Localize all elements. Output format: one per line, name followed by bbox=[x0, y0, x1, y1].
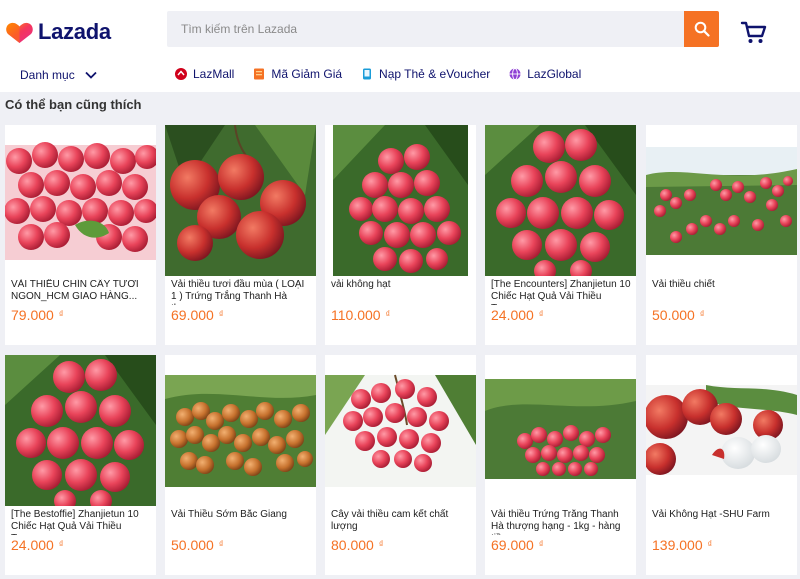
lazmall-icon bbox=[175, 68, 187, 80]
product-card[interactable]: VẢI THIỀU CHÍN CÂY TƯƠI NGON_HCM GIAO HÀ… bbox=[5, 125, 156, 345]
product-card[interactable]: [The Bestoffie] Zhanjietun 10 Chiếc Hạt … bbox=[5, 355, 156, 575]
product-title: Vải Không Hạt -SHU Farm bbox=[652, 509, 770, 520]
product-title: Cây vải thiều cam kết chất lượng bbox=[331, 509, 449, 532]
search-box bbox=[167, 11, 684, 47]
currency-symbol: ₫ bbox=[218, 539, 224, 549]
nav-link-lazglobal[interactable]: LazGlobal bbox=[509, 67, 581, 81]
product-title: Vải thiều Trứng Trắng Thanh Hà thượng hạ… bbox=[491, 509, 621, 535]
nav-link-label: Mã Giảm Giá bbox=[271, 67, 343, 81]
product-card[interactable]: [The Encounters] Zhanjietun 10 Chiếc Hạt… bbox=[485, 125, 636, 345]
product-title: Vải thiều tươi đầu mùa ( LOẠI 1 ) Trứng … bbox=[171, 279, 305, 305]
product-image bbox=[485, 355, 636, 506]
currency-symbol: ₫ bbox=[58, 539, 64, 549]
currency-symbol: ₫ bbox=[699, 309, 705, 319]
product-title: [The Bestoffie] Zhanjietun 10 Chiếc Hạt … bbox=[11, 509, 139, 535]
product-price: 80.000 ₫ bbox=[331, 537, 384, 553]
lazada-heart-icon bbox=[6, 22, 33, 43]
product-image bbox=[646, 355, 797, 506]
product-card[interactable]: Vải thiều tươi đầu mùa ( LOẠI 1 ) Trứng … bbox=[165, 125, 316, 345]
product-card[interactable]: Cây vải thiều cam kết chất lượng 80.000 ₫ bbox=[325, 355, 476, 575]
voucher-icon bbox=[254, 68, 265, 80]
product-card[interactable]: Vải Thiều Sớm Bắc Giang 50.000 ₫ bbox=[165, 355, 316, 575]
search-input[interactable] bbox=[167, 11, 684, 47]
product-price: 50.000 ₫ bbox=[171, 537, 224, 553]
product-price: 24.000 ₫ bbox=[491, 307, 544, 323]
product-price: 79.000 ₫ bbox=[11, 307, 64, 323]
product-card[interactable]: vải không hạt 110.000 ₫ bbox=[325, 125, 476, 345]
product-image bbox=[325, 355, 476, 506]
product-image bbox=[325, 125, 476, 276]
product-price: 24.000 ₫ bbox=[11, 537, 64, 553]
lazada-logo[interactable]: Lazada bbox=[6, 19, 111, 45]
nav-link-lazmall[interactable]: LazMall bbox=[175, 67, 234, 81]
cart-icon[interactable] bbox=[740, 19, 768, 45]
product-title: VẢI THIỀU CHÍN CÂY TƯƠI NGON_HCM GIAO HÀ… bbox=[11, 279, 139, 302]
nav-link-label: Nạp Thẻ & eVoucher bbox=[379, 67, 491, 81]
product-card[interactable]: Vải thiều Trứng Trắng Thanh Hà thượng hạ… bbox=[485, 355, 636, 575]
product-price: 110.000 ₫ bbox=[331, 307, 391, 323]
currency-symbol: ₫ bbox=[218, 309, 224, 319]
currency-symbol: ₫ bbox=[58, 309, 64, 319]
product-image bbox=[646, 125, 797, 276]
section-title: Có thể bạn cũng thích bbox=[5, 97, 142, 112]
nav-links: LazMall Mã Giảm Giá Nạp Thẻ & eVoucher L… bbox=[175, 67, 600, 81]
currency-symbol: ₫ bbox=[385, 309, 391, 319]
product-card[interactable]: Vải thiều chiết 50.000 ₫ bbox=[646, 125, 797, 345]
categories-label: Danh mục bbox=[20, 68, 75, 82]
product-title: vải không hạt bbox=[331, 279, 391, 290]
currency-symbol: ₫ bbox=[538, 539, 544, 549]
product-image bbox=[5, 355, 156, 506]
product-price: 69.000 ₫ bbox=[491, 537, 544, 553]
product-price: 69.000 ₫ bbox=[171, 307, 224, 323]
product-card[interactable]: Vải Không Hạt -SHU Farm 139.000 ₫ bbox=[646, 355, 797, 575]
product-image bbox=[165, 125, 316, 276]
product-title: [The Encounters] Zhanjietun 10 Chiếc Hạt… bbox=[491, 279, 631, 305]
header: Lazada Danh mục LazMall Mã G bbox=[0, 0, 800, 92]
lazglobal-icon bbox=[509, 68, 521, 80]
chevron-down-icon bbox=[85, 71, 97, 79]
search-icon bbox=[694, 21, 710, 37]
nav-link-label: LazGlobal bbox=[527, 67, 582, 81]
product-image bbox=[5, 125, 156, 276]
currency-symbol: ₫ bbox=[538, 309, 544, 319]
nav-link-topup[interactable]: Nạp Thẻ & eVoucher bbox=[361, 67, 490, 81]
product-price: 139.000 ₫ bbox=[652, 537, 713, 553]
brand-name: Lazada bbox=[38, 19, 111, 44]
product-title: Vải thiều chiết bbox=[652, 279, 715, 290]
currency-symbol: ₫ bbox=[378, 539, 384, 549]
product-image bbox=[485, 125, 636, 276]
nav-link-voucher[interactable]: Mã Giảm Giá bbox=[253, 67, 342, 81]
product-image bbox=[165, 355, 316, 506]
categories-dropdown[interactable]: Danh mục bbox=[20, 68, 97, 82]
product-title: Vải Thiều Sớm Bắc Giang bbox=[171, 509, 287, 520]
currency-symbol: ₫ bbox=[707, 539, 713, 549]
search-button[interactable] bbox=[684, 11, 719, 47]
nav-link-label: LazMall bbox=[193, 67, 235, 81]
product-price: 50.000 ₫ bbox=[652, 307, 705, 323]
topup-icon bbox=[363, 68, 372, 80]
